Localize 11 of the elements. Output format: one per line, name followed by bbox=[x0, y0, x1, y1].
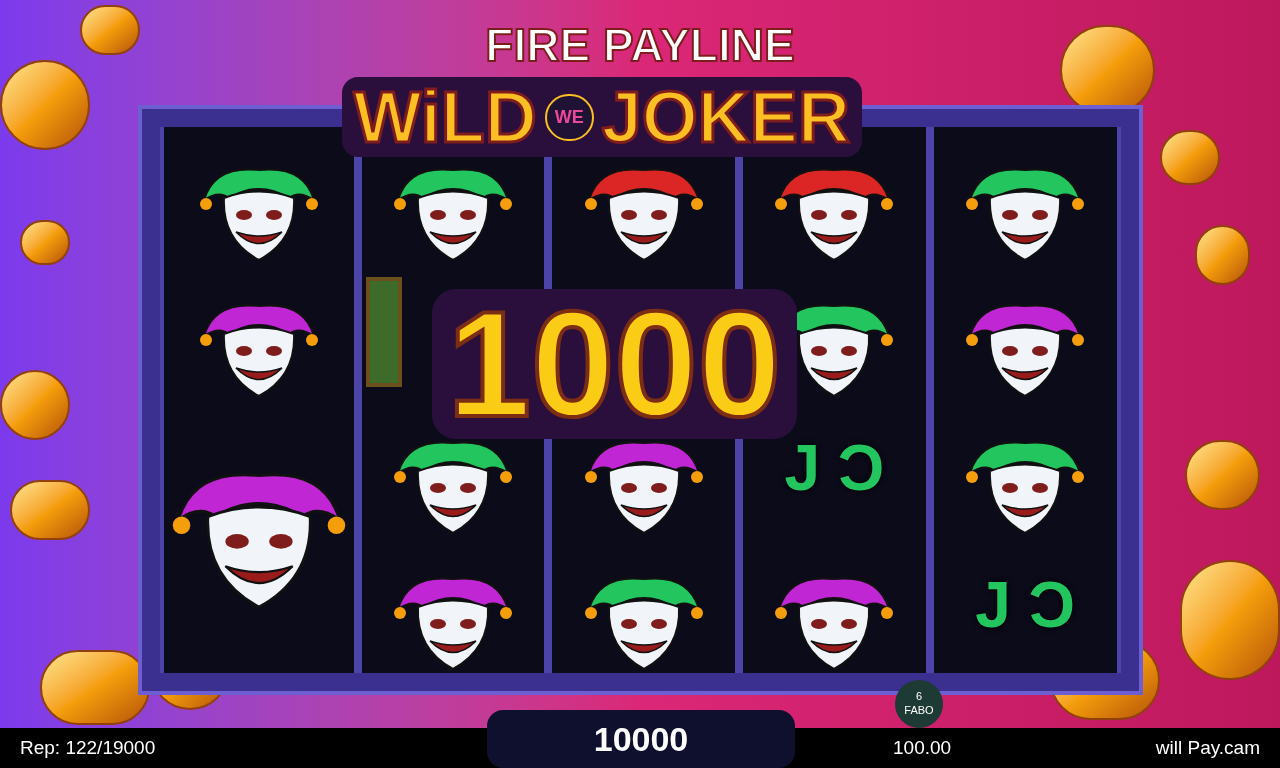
logo-badge: WE bbox=[544, 93, 594, 141]
bet-amount: 100.00 bbox=[893, 735, 952, 760]
rep-counter: Rep: 122/19000 bbox=[20, 735, 157, 760]
game-title: FIRE PAYLINE bbox=[485, 22, 795, 68]
logo-text: WiLD bbox=[353, 81, 537, 153]
letter-symbol: J Ɔ bbox=[975, 567, 1075, 643]
balance-display: 10000 bbox=[487, 710, 795, 768]
win-amount: 1000 bbox=[431, 289, 798, 439]
logo-text: JOKER bbox=[601, 81, 850, 153]
chip-icon: 6 FABO bbox=[895, 680, 943, 728]
site-text: will Pay.cam bbox=[1155, 735, 1260, 760]
